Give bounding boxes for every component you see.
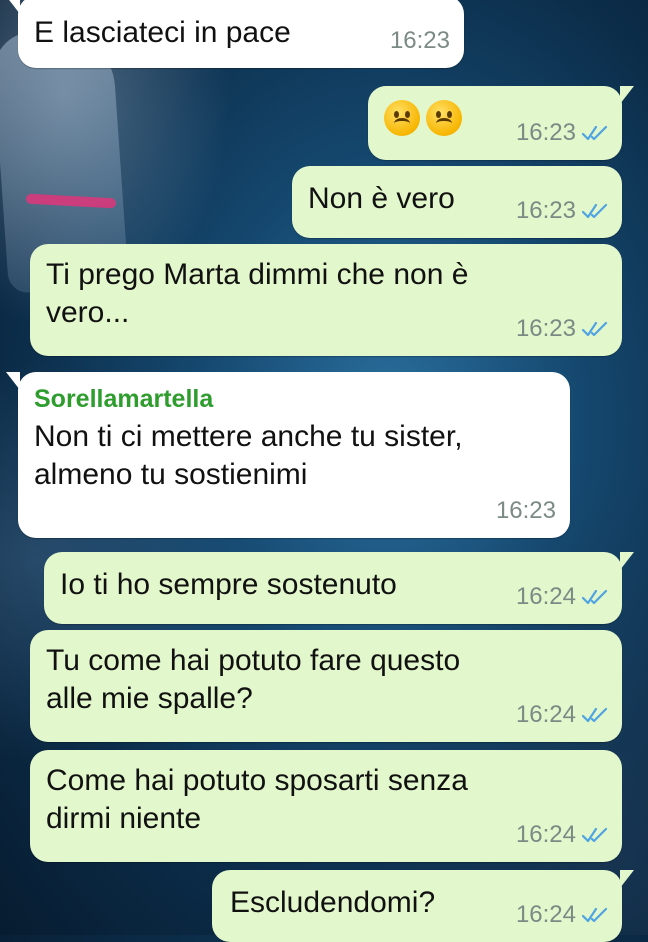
message-bubble-outgoing[interactable]: Io ti ho sempre sostenuto 16:24 (44, 552, 634, 624)
message-meta: 16:23 (390, 22, 450, 60)
sender-name[interactable]: Sorellamartella (34, 384, 554, 414)
read-double-check-icon (582, 321, 608, 337)
message-bubble-outgoing[interactable]: Tu come hai potuto fare questo alle mie … (30, 630, 622, 742)
read-double-check-icon (582, 203, 608, 219)
read-double-check-icon (582, 125, 608, 141)
read-double-check-icon (582, 707, 608, 723)
read-double-check-icon (582, 907, 608, 923)
message-bubble-incoming[interactable]: Sorellamartella Non ti ci mettere anche … (6, 372, 570, 538)
message-bubble-outgoing[interactable]: Escludendomi? 16:24 (212, 870, 634, 942)
message-text: Non ti ci mettere anche tu sister, almen… (34, 420, 463, 491)
message-meta: 16:23 (516, 310, 608, 348)
message-time: 16:23 (515, 119, 576, 146)
message-bubble-outgoing[interactable]: Ti prego Marta dimmi che non è vero... 1… (30, 244, 622, 356)
message-meta: 16:24 (516, 696, 608, 734)
read-double-check-icon (582, 589, 608, 605)
message-bubble-outgoing[interactable]: Non è vero 16:23 (292, 166, 622, 238)
message-time: 16:23 (389, 27, 450, 54)
message-bubble-outgoing[interactable]: Come hai potuto sposarti senza dirmi nie… (30, 750, 622, 862)
message-bubble-outgoing[interactable]: 16:23 (368, 86, 634, 160)
message-meta: 16:23 (516, 114, 608, 152)
message-time: 16:24 (515, 701, 576, 728)
emoji-row (384, 98, 468, 136)
message-meta: 16:24 (516, 578, 608, 616)
message-meta: 16:23 (516, 192, 608, 230)
message-text: E lasciateci in pace (34, 16, 291, 49)
message-time: 16:24 (515, 821, 576, 848)
message-time: 16:24 (515, 583, 576, 610)
message-meta: 16:23 (496, 492, 556, 530)
message-time: 16:23 (515, 315, 576, 342)
read-double-check-icon (582, 827, 608, 843)
message-bubble-incoming[interactable]: E lasciateci in pace 16:23 (6, 0, 464, 68)
frowning-face-icon (384, 100, 420, 136)
message-meta: 16:24 (516, 816, 608, 854)
frowning-face-icon (426, 100, 462, 136)
message-meta: 16:24 (516, 896, 608, 934)
message-time: 16:24 (515, 901, 576, 928)
message-time: 16:23 (515, 197, 576, 224)
message-time: 16:23 (495, 497, 556, 524)
